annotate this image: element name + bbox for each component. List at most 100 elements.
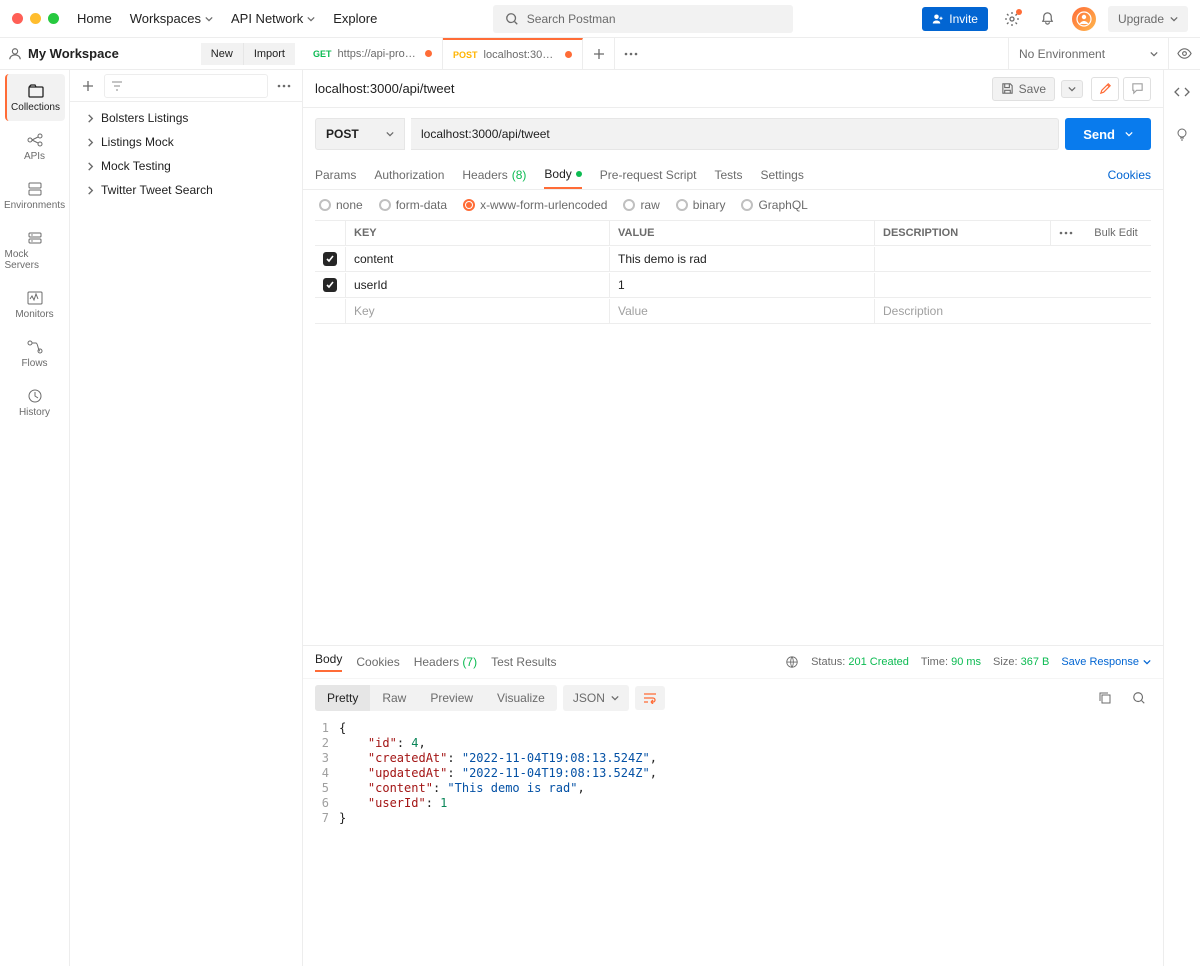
nav-mock-servers[interactable]: Mock Servers [5,221,65,279]
sidebar-collection-item[interactable]: Bolsters Listings [70,106,302,130]
notifications-button[interactable] [1036,7,1060,31]
info-button[interactable] [1170,122,1194,146]
comment-button[interactable] [1123,77,1151,101]
edit-button[interactable] [1091,77,1119,101]
minimize-window-icon[interactable] [30,13,41,24]
tab-options-button[interactable] [615,38,647,69]
upgrade-button[interactable]: Upgrade [1108,6,1188,32]
nav-environments[interactable]: Environments [5,172,65,219]
search-response-button[interactable] [1127,686,1151,710]
nav-explore[interactable]: Explore [333,11,377,26]
kv-key-input[interactable]: userId [345,273,610,297]
add-collection-button[interactable] [76,74,100,98]
kv-desc-input[interactable] [875,280,1151,290]
settings-button[interactable] [1000,7,1024,31]
body-type-binary[interactable]: binary [676,198,726,212]
resp-tab-body[interactable]: Body [315,652,342,672]
body-type-none[interactable]: none [319,198,363,212]
kv-value-input[interactable]: Value [610,299,875,323]
sidebar-collection-item[interactable]: Twitter Tweet Search [70,178,302,202]
plus-icon [82,80,94,92]
save-response-button[interactable]: Save Response [1061,656,1151,668]
tab-body[interactable]: Body [544,161,581,189]
sidebar-collection-item[interactable]: Listings Mock [70,130,302,154]
request-tab-1[interactable]: POST localhost:3000/api/tw [443,38,583,69]
nav-flows[interactable]: Flows [5,330,65,377]
tab-prerequest[interactable]: Pre-request Script [600,162,697,188]
headers-count: (8) [512,168,527,182]
kv-value-input[interactable]: 1 [610,273,875,297]
copy-response-button[interactable] [1093,686,1117,710]
environment-selector[interactable]: No Environment [1008,38,1168,69]
more-horizontal-icon [1059,231,1073,235]
wrap-lines-button[interactable] [635,686,665,710]
nav-api-network[interactable]: API Network [231,11,315,26]
chevron-down-icon [205,15,213,23]
bulk-edit-button[interactable]: Bulk Edit [1081,221,1151,245]
kv-options-button[interactable] [1051,221,1081,245]
chevron-down-icon [1170,15,1178,23]
environment-preview-button[interactable] [1168,38,1200,69]
body-type-raw[interactable]: raw [623,198,659,212]
tab-headers[interactable]: Headers (8) [462,162,526,188]
nav-label: Environments [4,200,65,211]
kv-checkbox[interactable] [323,252,337,266]
kv-key-input[interactable]: content [345,247,610,271]
code-snippet-button[interactable] [1170,80,1194,104]
request-tab-0[interactable]: GET https://api-proxy.ofcou [303,38,443,69]
chevron-down-icon [1125,130,1133,138]
workspace-selector[interactable]: My Workspace [8,46,193,61]
filter-input[interactable] [104,74,268,98]
kv-desc-input[interactable] [875,254,1151,264]
invite-button[interactable]: Invite [922,7,988,31]
nav-apis[interactable]: APIs [5,123,65,170]
tab-tests[interactable]: Tests [714,162,742,188]
view-preview[interactable]: Preview [418,685,485,711]
search-input[interactable]: Search Postman [493,5,793,33]
status-value: 201 Created [848,656,909,668]
new-button[interactable]: New [201,43,244,65]
method-selector[interactable]: POST [315,118,405,150]
resp-tab-cookies[interactable]: Cookies [356,655,399,669]
radio-icon [676,199,688,211]
sidebar-collection-item[interactable]: Mock Testing [70,154,302,178]
window-controls[interactable] [12,13,59,24]
view-raw[interactable]: Raw [370,685,418,711]
nav-home[interactable]: Home [77,11,112,26]
view-visualize[interactable]: Visualize [485,685,557,711]
save-button[interactable]: Save [992,77,1055,101]
network-icon[interactable] [785,655,799,669]
request-title[interactable]: localhost:3000/api/tweet [315,81,992,96]
sidebar-options-button[interactable] [272,74,296,98]
resp-tab-headers[interactable]: Headers (7) [414,655,477,669]
save-options-button[interactable] [1061,80,1083,98]
resp-headers-count: (7) [462,655,477,669]
cookies-link[interactable]: Cookies [1108,168,1151,182]
tab-params[interactable]: Params [315,162,356,188]
kv-checkbox[interactable] [323,278,337,292]
save-response-label: Save Response [1061,656,1139,668]
resp-tab-tests[interactable]: Test Results [491,655,556,669]
view-pretty[interactable]: Pretty [315,685,370,711]
response-code[interactable]: 1{2 "id": 4,3 "createdAt": "2022-11-04T1… [303,717,1163,966]
tab-authorization[interactable]: Authorization [374,162,444,188]
send-button[interactable]: Send [1065,118,1151,150]
nav-monitors[interactable]: Monitors [5,281,65,328]
kv-key-input[interactable]: Key [345,299,610,323]
nav-collections[interactable]: Collections [5,74,65,121]
body-type-graphql[interactable]: GraphQL [741,198,807,212]
body-type-urlencoded[interactable]: x-www-form-urlencoded [463,198,607,212]
kv-desc-input[interactable]: Description [875,299,1151,323]
format-selector[interactable]: JSON [563,685,629,711]
kv-value-input[interactable]: This demo is rad [610,247,875,271]
import-button[interactable]: Import [244,43,295,65]
maximize-window-icon[interactable] [48,13,59,24]
url-input[interactable]: localhost:3000/api/tweet [411,118,1059,150]
avatar[interactable] [1072,7,1096,31]
tab-settings[interactable]: Settings [761,162,804,188]
nav-history[interactable]: History [5,379,65,426]
close-window-icon[interactable] [12,13,23,24]
new-tab-button[interactable] [583,38,615,69]
body-type-formdata[interactable]: form-data [379,198,447,212]
nav-workspaces[interactable]: Workspaces [130,11,213,26]
